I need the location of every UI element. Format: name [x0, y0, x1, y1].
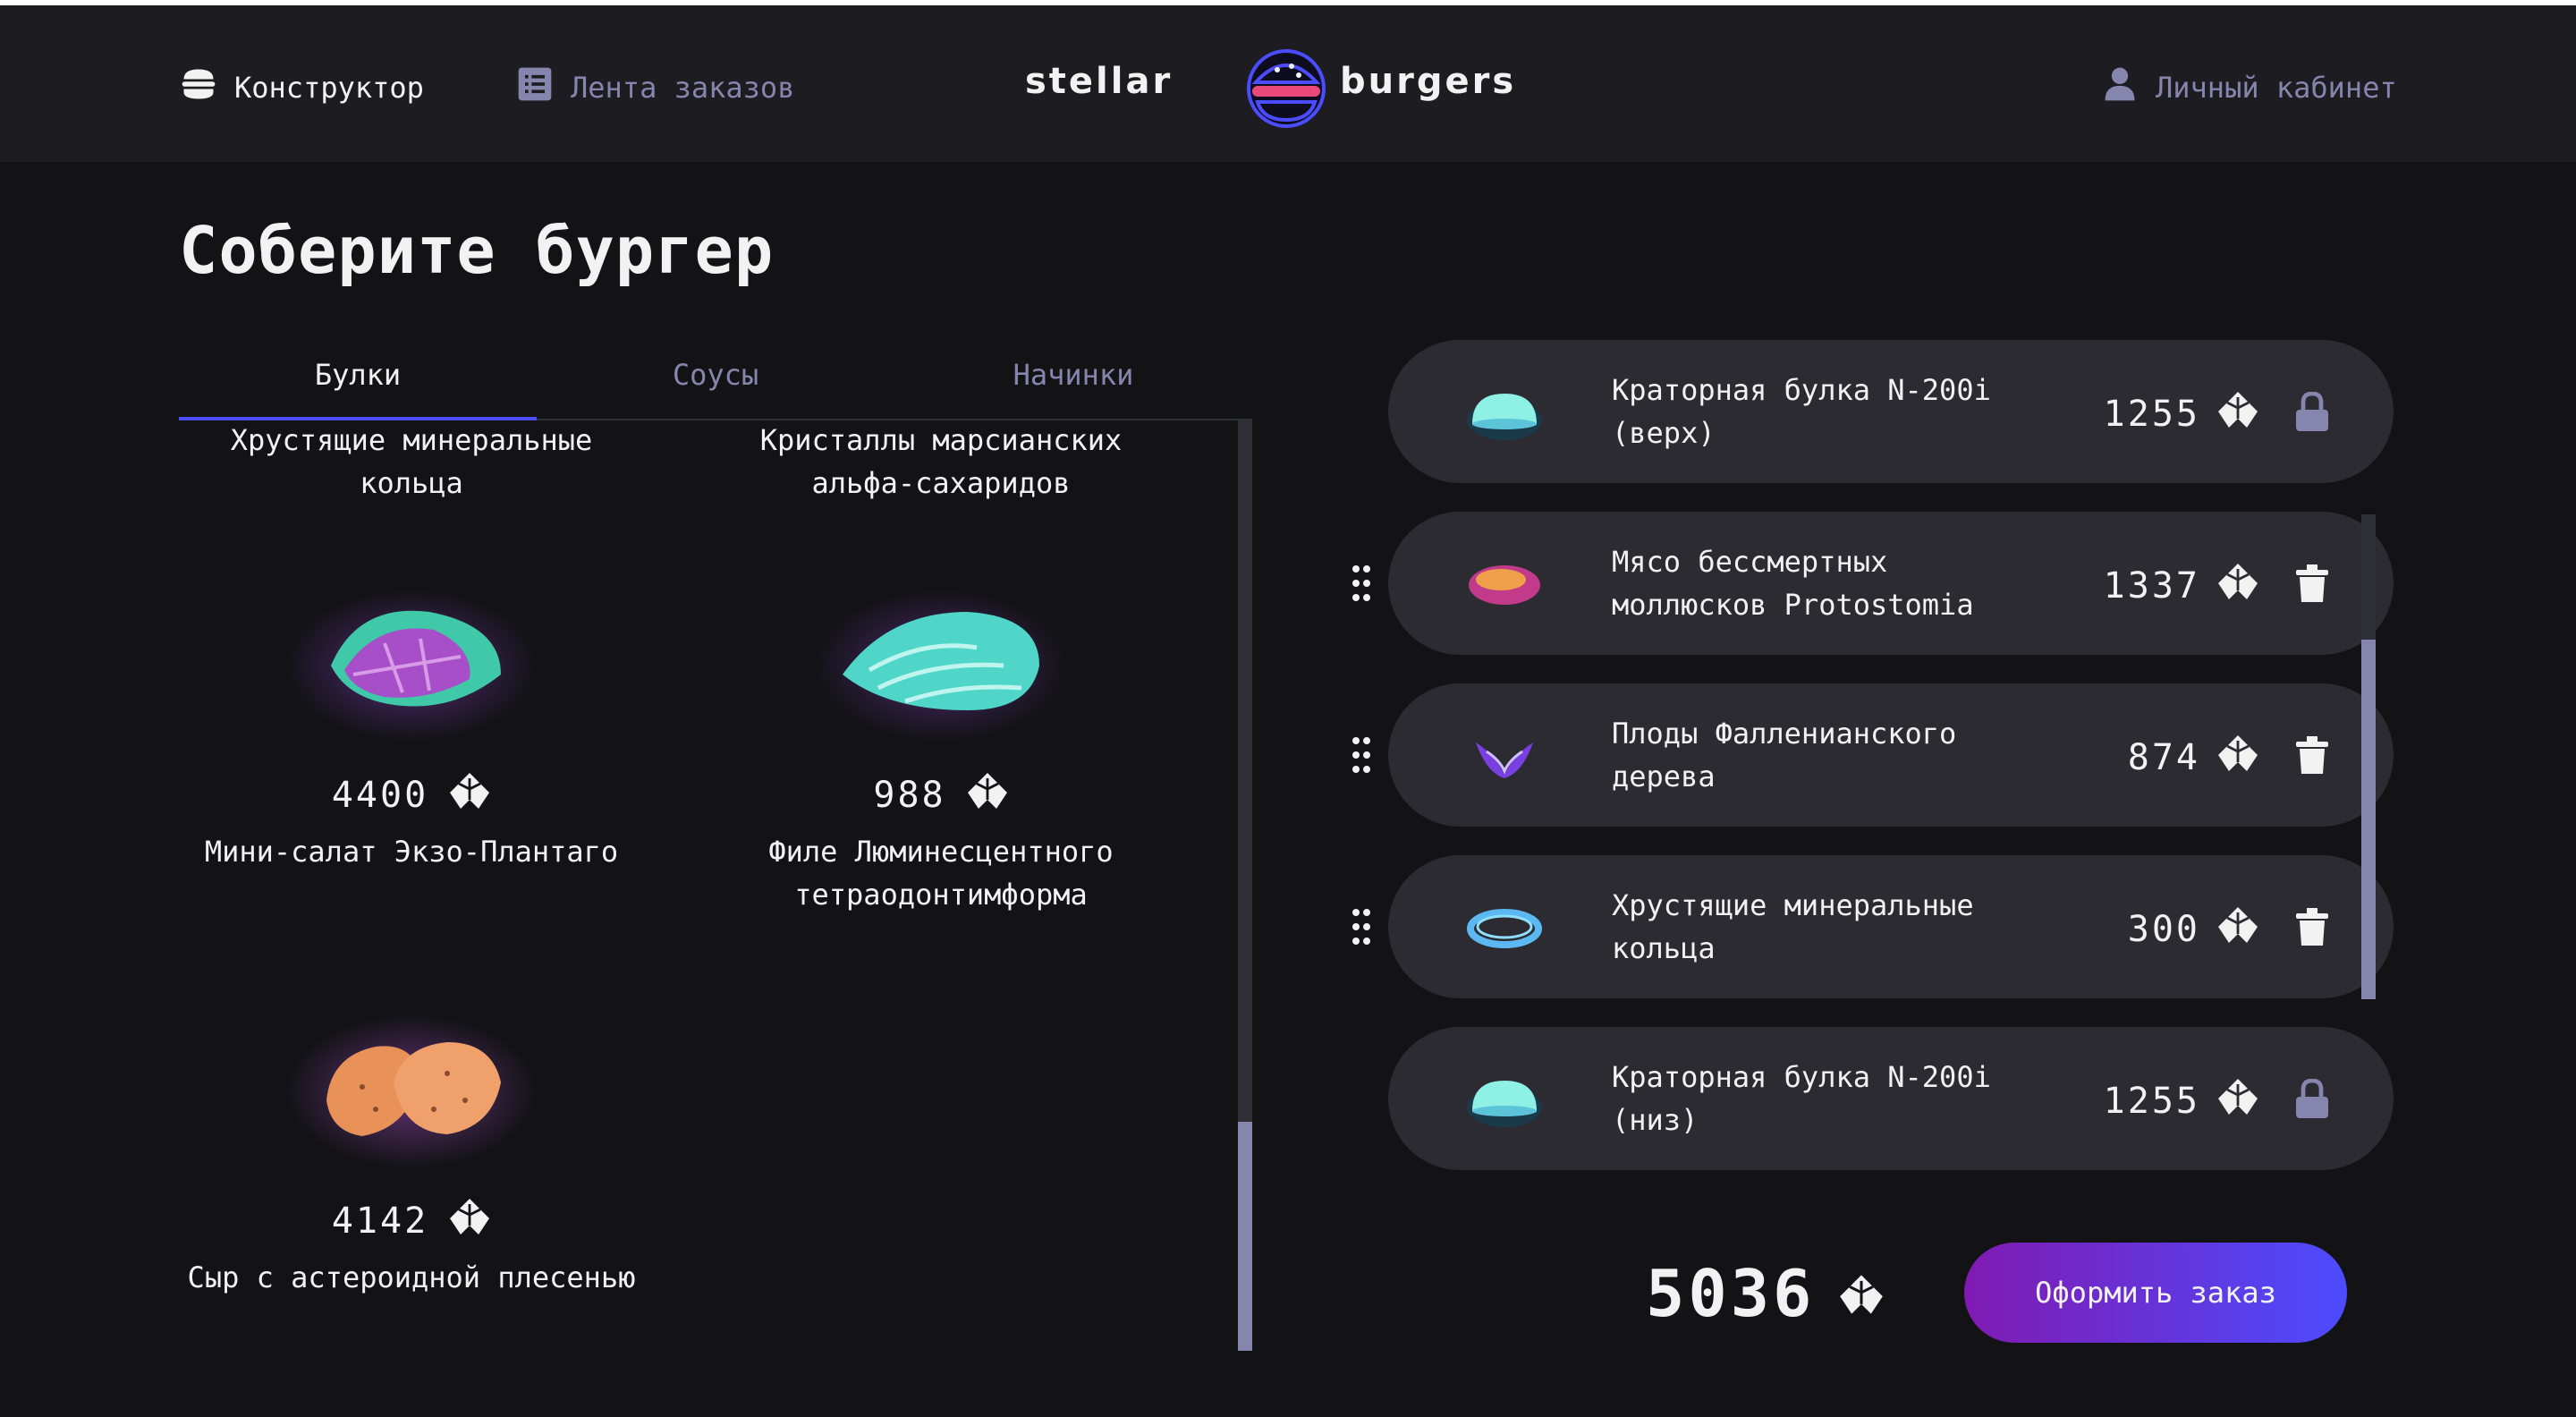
ingredients-list[interactable]: Хрустящие минеральные кольца Кристаллы м…: [179, 419, 1238, 1351]
ingredient-name: Филе Люминесцентного тетраодонтимформа: [768, 835, 1114, 912]
ingredient-name: Сыр с астероидной плесенью: [187, 1260, 636, 1294]
constructor-item-price: 1255: [2103, 1081, 2200, 1122]
nav-profile-link[interactable]: Личный кабинет: [2100, 61, 2397, 115]
burger-icon: [179, 64, 218, 111]
lock-icon: [2290, 1077, 2334, 1122]
constructor-item-price: 1255: [2103, 394, 2200, 435]
currency-icon: [2216, 562, 2259, 610]
bun-image: [1460, 376, 1549, 447]
page-title: Соберите бургер: [179, 213, 775, 288]
fruit-image: [1460, 719, 1549, 791]
constructor-item-price: 1337: [2103, 565, 2200, 607]
constructor-scrollbar-thumb[interactable]: [2361, 640, 2376, 999]
list-icon: [515, 64, 555, 111]
currency-icon: [2216, 905, 2259, 954]
drag-handle-icon[interactable]: [1351, 907, 1372, 946]
constructor-item-name: Плоды Фалленианского дерева: [1612, 717, 1957, 793]
constructor-element[interactable]: Хрустящие минеральные кольца 300: [1388, 855, 2394, 998]
cheese-image: [277, 1002, 546, 1172]
constructor-element[interactable]: Мясо бессмертных моллюсков Protostomia 1…: [1388, 512, 2394, 655]
ingredient-price: 4142: [331, 1201, 429, 1242]
constructor-element[interactable]: Плоды Фалленианского дерева 874: [1388, 683, 2394, 827]
logo-right-text: burgers: [1340, 61, 1516, 102]
user-icon: [2100, 64, 2140, 111]
tab-fillings-label: Начинки: [1013, 358, 1134, 392]
constructor-item-price: 874: [2127, 737, 2200, 778]
tab-sauces[interactable]: Соусы: [537, 333, 894, 417]
constructor-item-name: Хрустящие минеральные кольца: [1612, 888, 1974, 965]
trash-icon[interactable]: [2290, 734, 2334, 778]
constructor-element[interactable]: Краторная булка N-200i (низ) 1255: [1388, 1027, 2394, 1170]
ingredient-name: Мини-салат Экзо-Плантаго: [204, 835, 619, 869]
currency-icon: [2216, 734, 2259, 782]
nav-order-feed-label: Лента заказов: [571, 71, 795, 105]
ingredient-price: 4400: [331, 775, 429, 816]
currency-icon: [448, 771, 491, 819]
constructor-item-filling[interactable]: Мясо бессмертных моллюсков Protostomia 1…: [1342, 512, 2487, 655]
constructor-item-filling[interactable]: Плоды Фалленианского дерева 874: [1342, 683, 2487, 827]
ingredient-name: Хрустящие минеральные кольца: [230, 423, 593, 500]
constructor-item-top-bun[interactable]: Краторная булка N-200i (верх) 1255: [1342, 340, 2487, 483]
nav-profile-label: Личный кабинет: [2156, 71, 2397, 105]
currency-icon: [448, 1197, 491, 1245]
ingredients-scrollbar[interactable]: [1238, 419, 1252, 1351]
ingredient-price: 988: [873, 775, 946, 816]
ingredient-tabs: Булки Соусы Начинки: [179, 333, 1252, 420]
app-header: Конструктор Лента заказов stellar burger…: [0, 5, 2576, 162]
trash-icon[interactable]: [2290, 562, 2334, 607]
currency-icon: [2216, 1077, 2259, 1125]
drag-handle-icon[interactable]: [1351, 564, 1372, 603]
fish-fillet-image: [807, 576, 1075, 746]
currency-icon: [2216, 390, 2259, 438]
nav-constructor-link[interactable]: Конструктор: [179, 61, 424, 115]
logo-left-text: stellar: [1025, 61, 1173, 102]
lock-icon: [2290, 390, 2334, 435]
nav-order-feed-link[interactable]: Лента заказов: [515, 61, 794, 115]
currency-icon: [1838, 1256, 1885, 1331]
constructor-item-filling[interactable]: Хрустящие минеральные кольца 300: [1342, 855, 2487, 998]
rings-image: [1460, 891, 1549, 963]
constructor-item-price: 300: [2127, 909, 2200, 950]
tab-fillings[interactable]: Начинки: [894, 333, 1252, 417]
constructor-scrollbar[interactable]: [2361, 514, 2376, 999]
tab-buns[interactable]: Булки: [179, 333, 537, 420]
currency-icon: [966, 771, 1009, 819]
constructor-item-name: Мясо бессмертных моллюсков Protostomia: [1612, 545, 1974, 622]
order-total: 5036: [1646, 1252, 1885, 1335]
drag-handle-icon[interactable]: [1351, 735, 1372, 775]
constructor-item-bottom-bun[interactable]: Краторная булка N-200i (низ) 1255: [1342, 1027, 2487, 1170]
constructor-item-name: Краторная булка N-200i (верх): [1612, 373, 1991, 450]
ingredients-scrollbar-thumb[interactable]: [1238, 1122, 1252, 1351]
constructor-element[interactable]: Краторная булка N-200i (верх) 1255: [1388, 340, 2394, 483]
place-order-button[interactable]: Оформить заказ: [1964, 1243, 2347, 1343]
constructor-item-name: Краторная булка N-200i (низ): [1612, 1060, 1991, 1137]
tab-buns-label: Булки: [314, 358, 402, 392]
leaf-salad-image: [277, 576, 546, 746]
nav-constructor-label: Конструктор: [234, 71, 424, 105]
trash-icon[interactable]: [2290, 905, 2334, 950]
tab-sauces-label: Соусы: [672, 358, 759, 392]
meat-image: [1460, 547, 1549, 619]
bun-image: [1460, 1063, 1549, 1134]
stellar-burgers-logo[interactable]: stellar burgers: [1025, 39, 1547, 138]
ingredient-name: Кристаллы марсианских альфа-сахаридов: [759, 423, 1123, 500]
order-total-value: 5036: [1646, 1256, 1816, 1331]
